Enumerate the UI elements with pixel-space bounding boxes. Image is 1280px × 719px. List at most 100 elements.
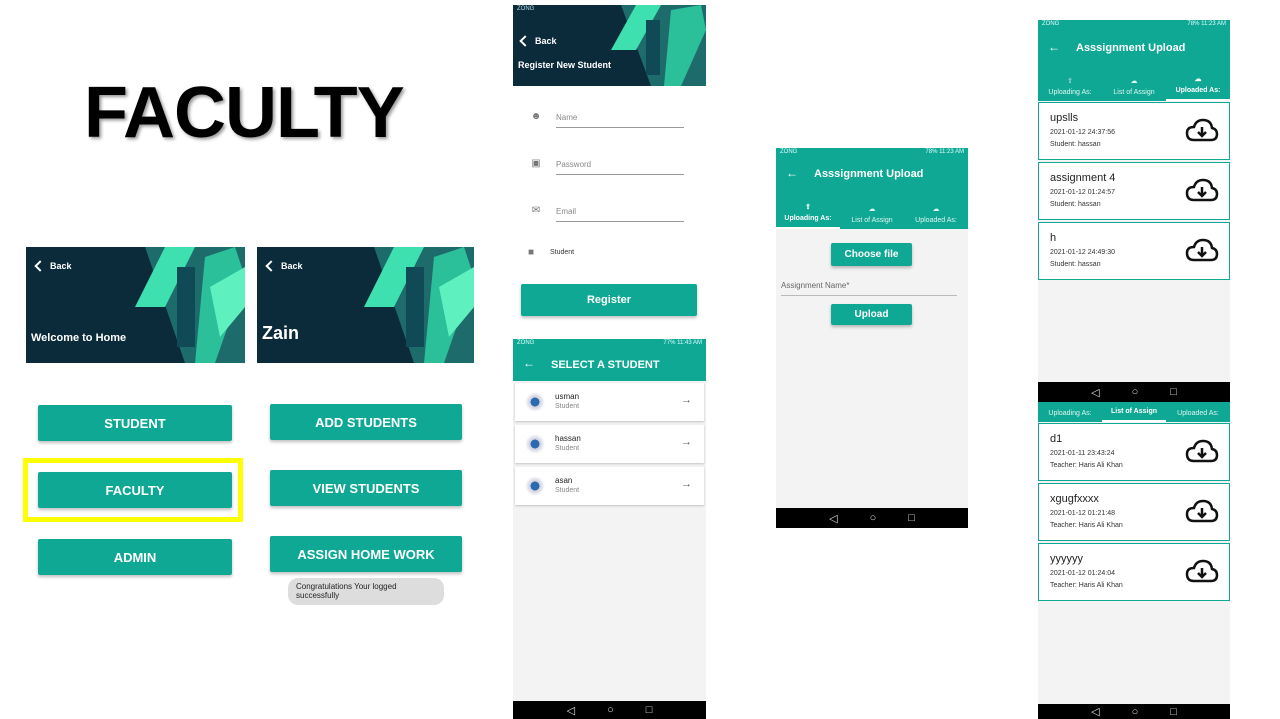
- assignment-student: Student: hassan: [1050, 261, 1101, 268]
- tab-uploading[interactable]: ⇧ Uploading As:: [1038, 64, 1102, 101]
- register-button[interactable]: Register: [521, 284, 697, 316]
- android-navbar: ◁ ○ □: [776, 508, 968, 528]
- assignment-date: 2021-01-12 01:24:57: [1050, 189, 1115, 196]
- nav-recents-icon[interactable]: □: [646, 704, 653, 716]
- nav-home-icon[interactable]: ○: [870, 512, 877, 524]
- nav-home-icon[interactable]: ○: [1132, 706, 1139, 718]
- tab-label: Uploaded As:: [1175, 87, 1221, 94]
- tab-label: Uploading As:: [1048, 89, 1092, 96]
- nav-back-icon[interactable]: ◁: [1091, 386, 1099, 399]
- tab-list[interactable]: List of Assign: [1102, 402, 1166, 422]
- add-students-button[interactable]: ADD STUDENTS: [270, 404, 462, 440]
- uploaded-tabs: ⇧ Uploading As: ☁ List of Assign ☁ Uploaded…: [1038, 64, 1230, 101]
- toast-message: Congratulations Your logged successfully: [288, 578, 444, 605]
- cloud-download-icon[interactable]: [1185, 238, 1219, 264]
- upload-header: ZONG 78% 11:23 AM ← Asssignment Upload ⇧…: [776, 148, 968, 229]
- tab-uploading[interactable]: ⇧ Uploading As:: [776, 192, 840, 229]
- assign-home-work-button[interactable]: ASSIGN HOME WORK: [270, 536, 462, 572]
- status-bar-left: ZONG: [780, 149, 798, 155]
- tab-uploaded[interactable]: Uploaded As:: [1166, 402, 1230, 422]
- lock-icon: ▣: [531, 158, 541, 169]
- student-button[interactable]: STUDENT: [38, 405, 232, 441]
- select-title: SELECT A STUDENT: [551, 359, 660, 371]
- back-arrow-icon[interactable]: ←: [523, 356, 535, 370]
- cloud-download-icon[interactable]: [1185, 559, 1219, 585]
- register-header: ZONG Back Register New Student: [513, 5, 706, 86]
- upload-button[interactable]: Upload: [831, 304, 912, 325]
- uploaded-assignment-card[interactable]: upslls 2021-01-12 24:37:56 Student: hass…: [1038, 102, 1230, 160]
- assignment-teacher: Teacher: Haris Ali Khan: [1050, 462, 1123, 469]
- status-bar-left: ZONG: [517, 340, 535, 346]
- nav-recents-icon[interactable]: □: [1170, 706, 1177, 718]
- email-icon: ✉: [531, 205, 541, 216]
- tab-uploading[interactable]: Uploading As:: [1038, 402, 1102, 422]
- uploaded-assignment-card[interactable]: h 2021-01-12 24:49:30 Student: hassan: [1038, 222, 1230, 280]
- assignment-teacher: Teacher: Haris Ali Khan: [1050, 582, 1123, 589]
- faculty-header: Back Zain: [257, 247, 474, 363]
- tab-list[interactable]: ☁ List of Assign: [1102, 64, 1166, 101]
- cloud-icon: ☁: [1130, 78, 1138, 85]
- upload-title: Asssignment Upload: [814, 168, 924, 180]
- tab-list[interactable]: ☁ List of Assign: [840, 192, 904, 229]
- tab-uploaded[interactable]: ☁ Uploaded As:: [1166, 64, 1230, 101]
- back-arrow-icon[interactable]: ←: [786, 166, 798, 180]
- tab-uploaded[interactable]: ☁ Uploaded As:: [904, 192, 968, 229]
- avatar: [525, 476, 545, 496]
- cloud-download-icon[interactable]: [1185, 178, 1219, 204]
- back-button[interactable]: Back: [265, 260, 303, 272]
- name-field[interactable]: Name: [556, 113, 684, 128]
- android-navbar: ◁ ○ □: [1038, 704, 1230, 719]
- assignment-list-card[interactable]: d1 2021-01-11 23:43:24 Teacher: Haris Al…: [1038, 423, 1230, 481]
- assignment-name-field[interactable]: Assignment Name*: [781, 281, 957, 296]
- back-arrow-icon[interactable]: ←: [1048, 40, 1060, 54]
- uploaded-title: Asssignment Upload: [1076, 42, 1186, 54]
- avatar: [525, 434, 545, 454]
- nav-home-icon[interactable]: ○: [1132, 386, 1139, 398]
- student-list-item[interactable]: usman Student →: [515, 383, 704, 421]
- tab-label: Uploading As:: [784, 215, 832, 222]
- view-students-button[interactable]: VIEW STUDENTS: [270, 470, 462, 506]
- uploaded-assignment-card[interactable]: assignment 4 2021-01-12 01:24:57 Student…: [1038, 162, 1230, 220]
- assignment-title: h: [1050, 232, 1057, 244]
- assignment-list-card[interactable]: xgugfxxxx 2021-01-12 01:21:48 Teacher: H…: [1038, 483, 1230, 541]
- student-list-item[interactable]: hassan Student →: [515, 425, 704, 463]
- cloud-download-icon[interactable]: [1185, 439, 1219, 465]
- header-art: [611, 5, 706, 86]
- nav-back-icon[interactable]: ◁: [1091, 705, 1099, 718]
- status-bar: ZONG: [517, 6, 535, 12]
- faculty-button[interactable]: FACULTY: [38, 472, 232, 508]
- status-bar-right: 78% 11:23 AM: [1187, 21, 1226, 27]
- cloud-icon: ☁: [868, 206, 876, 213]
- chevron-left-icon: [519, 35, 531, 47]
- student-role: Student: [555, 445, 580, 452]
- assignment-title: yyyyyy: [1050, 553, 1083, 565]
- tab-label: List of Assign: [1113, 89, 1155, 96]
- back-button[interactable]: Back: [519, 35, 557, 47]
- password-field[interactable]: Password: [556, 160, 684, 175]
- cloud-download-icon[interactable]: [1185, 118, 1219, 144]
- nav-recents-icon[interactable]: □: [908, 512, 915, 524]
- back-label: Back: [50, 261, 72, 271]
- assignment-list-card[interactable]: yyyyyy 2021-01-12 01:24:04 Teacher: Hari…: [1038, 543, 1230, 601]
- cloud-upload-icon: ☁: [1194, 76, 1202, 83]
- email-field[interactable]: Email: [556, 207, 684, 222]
- assignment-date: 2021-01-12 24:49:30: [1050, 249, 1115, 256]
- back-button[interactable]: Back: [34, 260, 72, 272]
- role-select[interactable]: Student: [550, 249, 574, 256]
- file-upload-icon: ⇧: [1067, 78, 1073, 85]
- tab-label: List of Assign: [1110, 408, 1158, 415]
- choose-file-button[interactable]: Choose file: [831, 243, 912, 266]
- nav-recents-icon[interactable]: □: [1170, 386, 1177, 398]
- student-list-item[interactable]: asan Student →: [515, 467, 704, 505]
- back-label: Back: [535, 36, 557, 46]
- nav-back-icon[interactable]: ◁: [829, 512, 837, 525]
- avatar: [525, 392, 545, 412]
- assignment-date: 2021-01-12 01:24:04: [1050, 570, 1115, 577]
- file-upload-icon: ⇧: [805, 204, 811, 211]
- student-role: Student: [555, 487, 580, 494]
- register-title: Register New Student: [518, 60, 612, 70]
- cloud-download-icon[interactable]: [1185, 499, 1219, 525]
- nav-back-icon[interactable]: ◁: [567, 704, 575, 717]
- nav-home-icon[interactable]: ○: [607, 704, 614, 716]
- admin-button[interactable]: ADMIN: [38, 539, 232, 575]
